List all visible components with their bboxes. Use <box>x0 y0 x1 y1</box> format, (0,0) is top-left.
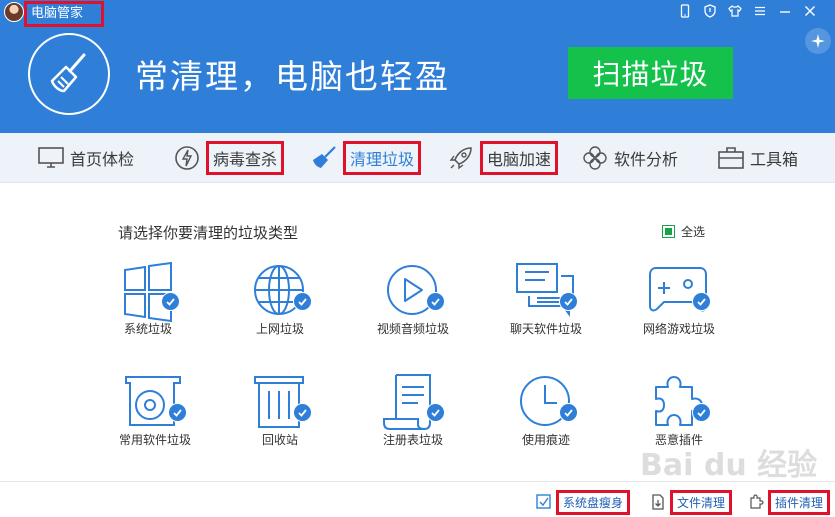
system-disk-slim-link[interactable]: 系统盘瘦身 <box>536 488 631 516</box>
tab-label: 首页体检 <box>70 150 135 169</box>
category-label: 上网垃圾 <box>255 322 304 336</box>
category-web-junk[interactable]: 上网垃圾 <box>225 262 335 362</box>
check-icon <box>692 292 711 311</box>
main-nav: 首页体检 病毒查杀 清理垃圾 电脑加速 软件分析 工具箱 <box>0 133 835 183</box>
flower-icon <box>583 146 607 170</box>
tab-label: 软件分析 <box>614 150 679 169</box>
bolt-icon <box>175 146 199 170</box>
category-label: 系统垃圾 <box>123 322 172 336</box>
skin-shirt-icon[interactable] <box>728 4 742 18</box>
checkbox-icon <box>662 225 675 238</box>
check-icon <box>426 403 445 422</box>
footer-label: 系统盘瘦身 <box>556 489 631 515</box>
phone-icon[interactable] <box>678 4 692 18</box>
footer-label: 文件清理 <box>670 489 733 515</box>
select-all-label: 全选 <box>681 225 706 239</box>
app-title: 电脑管家 <box>24 1 104 27</box>
header-banner: 电脑管家 常清理，电脑也轻盈 扫描垃圾 <box>0 0 835 133</box>
tab-toolbox[interactable]: 工具箱 <box>718 133 798 183</box>
category-usage-traces[interactable]: 使用痕迹 <box>491 373 601 473</box>
banner-slogan: 常清理，电脑也轻盈 <box>135 57 450 96</box>
rocket-icon <box>449 147 472 170</box>
category-label: 回收站 <box>261 433 298 447</box>
broom-icon <box>313 146 336 168</box>
check-icon <box>426 292 445 311</box>
monitor-icon <box>38 147 64 168</box>
tab-label: 病毒查杀 <box>206 141 285 175</box>
scan-junk-button[interactable]: 扫描垃圾 <box>568 47 733 99</box>
category-registry-junk[interactable]: 注册表垃圾 <box>358 373 468 473</box>
close-icon[interactable] <box>803 4 817 18</box>
tab-virus-scan[interactable]: 病毒查杀 <box>174 133 285 183</box>
file-cleanup-link[interactable]: 文件清理 <box>650 488 733 516</box>
tab-speedup[interactable]: 电脑加速 <box>448 133 559 183</box>
menu-icon[interactable] <box>753 4 767 18</box>
category-recycle-bin[interactable]: 回收站 <box>225 373 335 473</box>
category-label: 常用软件垃圾 <box>118 433 191 447</box>
file-icon <box>652 494 664 510</box>
category-chat-junk[interactable]: 聊天软件垃圾 <box>491 262 601 362</box>
plugin-cleanup-link[interactable]: 插件清理 <box>748 488 831 516</box>
category-game-junk[interactable]: 网络游戏垃圾 <box>624 262 734 362</box>
user-avatar[interactable] <box>4 2 24 22</box>
category-label: 视频音频垃圾 <box>376 322 449 336</box>
category-label: 网络游戏垃圾 <box>642 322 715 336</box>
plugin-icon <box>750 494 764 509</box>
sparkle-icon[interactable] <box>805 28 831 54</box>
shield-icon[interactable] <box>703 4 717 18</box>
category-label: 聊天软件垃圾 <box>509 322 582 336</box>
category-label: 使用痕迹 <box>521 433 570 447</box>
broom-icon <box>28 33 110 115</box>
check-icon <box>293 403 312 422</box>
check-icon <box>293 292 312 311</box>
disk-icon <box>536 494 551 509</box>
category-label: 注册表垃圾 <box>382 433 443 447</box>
check-icon <box>559 292 578 311</box>
check-icon <box>168 403 187 422</box>
minimize-icon[interactable] <box>778 4 792 18</box>
tab-software-analysis[interactable]: 软件分析 <box>582 133 678 183</box>
category-common-software-junk[interactable]: 常用软件垃圾 <box>100 373 210 473</box>
tab-home-check[interactable]: 首页体检 <box>38 133 134 183</box>
select-all-checkbox[interactable]: 全选 <box>662 223 705 240</box>
footer-label: 插件清理 <box>768 489 831 515</box>
tab-clean-junk[interactable]: 清理垃圾 <box>311 133 422 183</box>
tab-label: 工具箱 <box>750 150 799 169</box>
check-icon <box>559 403 578 422</box>
category-media-junk[interactable]: 视频音频垃圾 <box>358 262 468 362</box>
toolbox-icon <box>718 147 744 169</box>
window-controls <box>678 4 817 18</box>
section-title: 请选择你要清理的垃圾类型 <box>118 224 299 242</box>
footer-divider <box>0 481 835 482</box>
tab-label: 电脑加速 <box>480 141 559 175</box>
check-icon <box>692 403 711 422</box>
tab-label: 清理垃圾 <box>343 141 422 175</box>
check-icon <box>161 292 180 311</box>
category-system-junk[interactable]: 系统垃圾 <box>93 262 203 362</box>
watermark: Bai du 经验 <box>640 448 818 483</box>
